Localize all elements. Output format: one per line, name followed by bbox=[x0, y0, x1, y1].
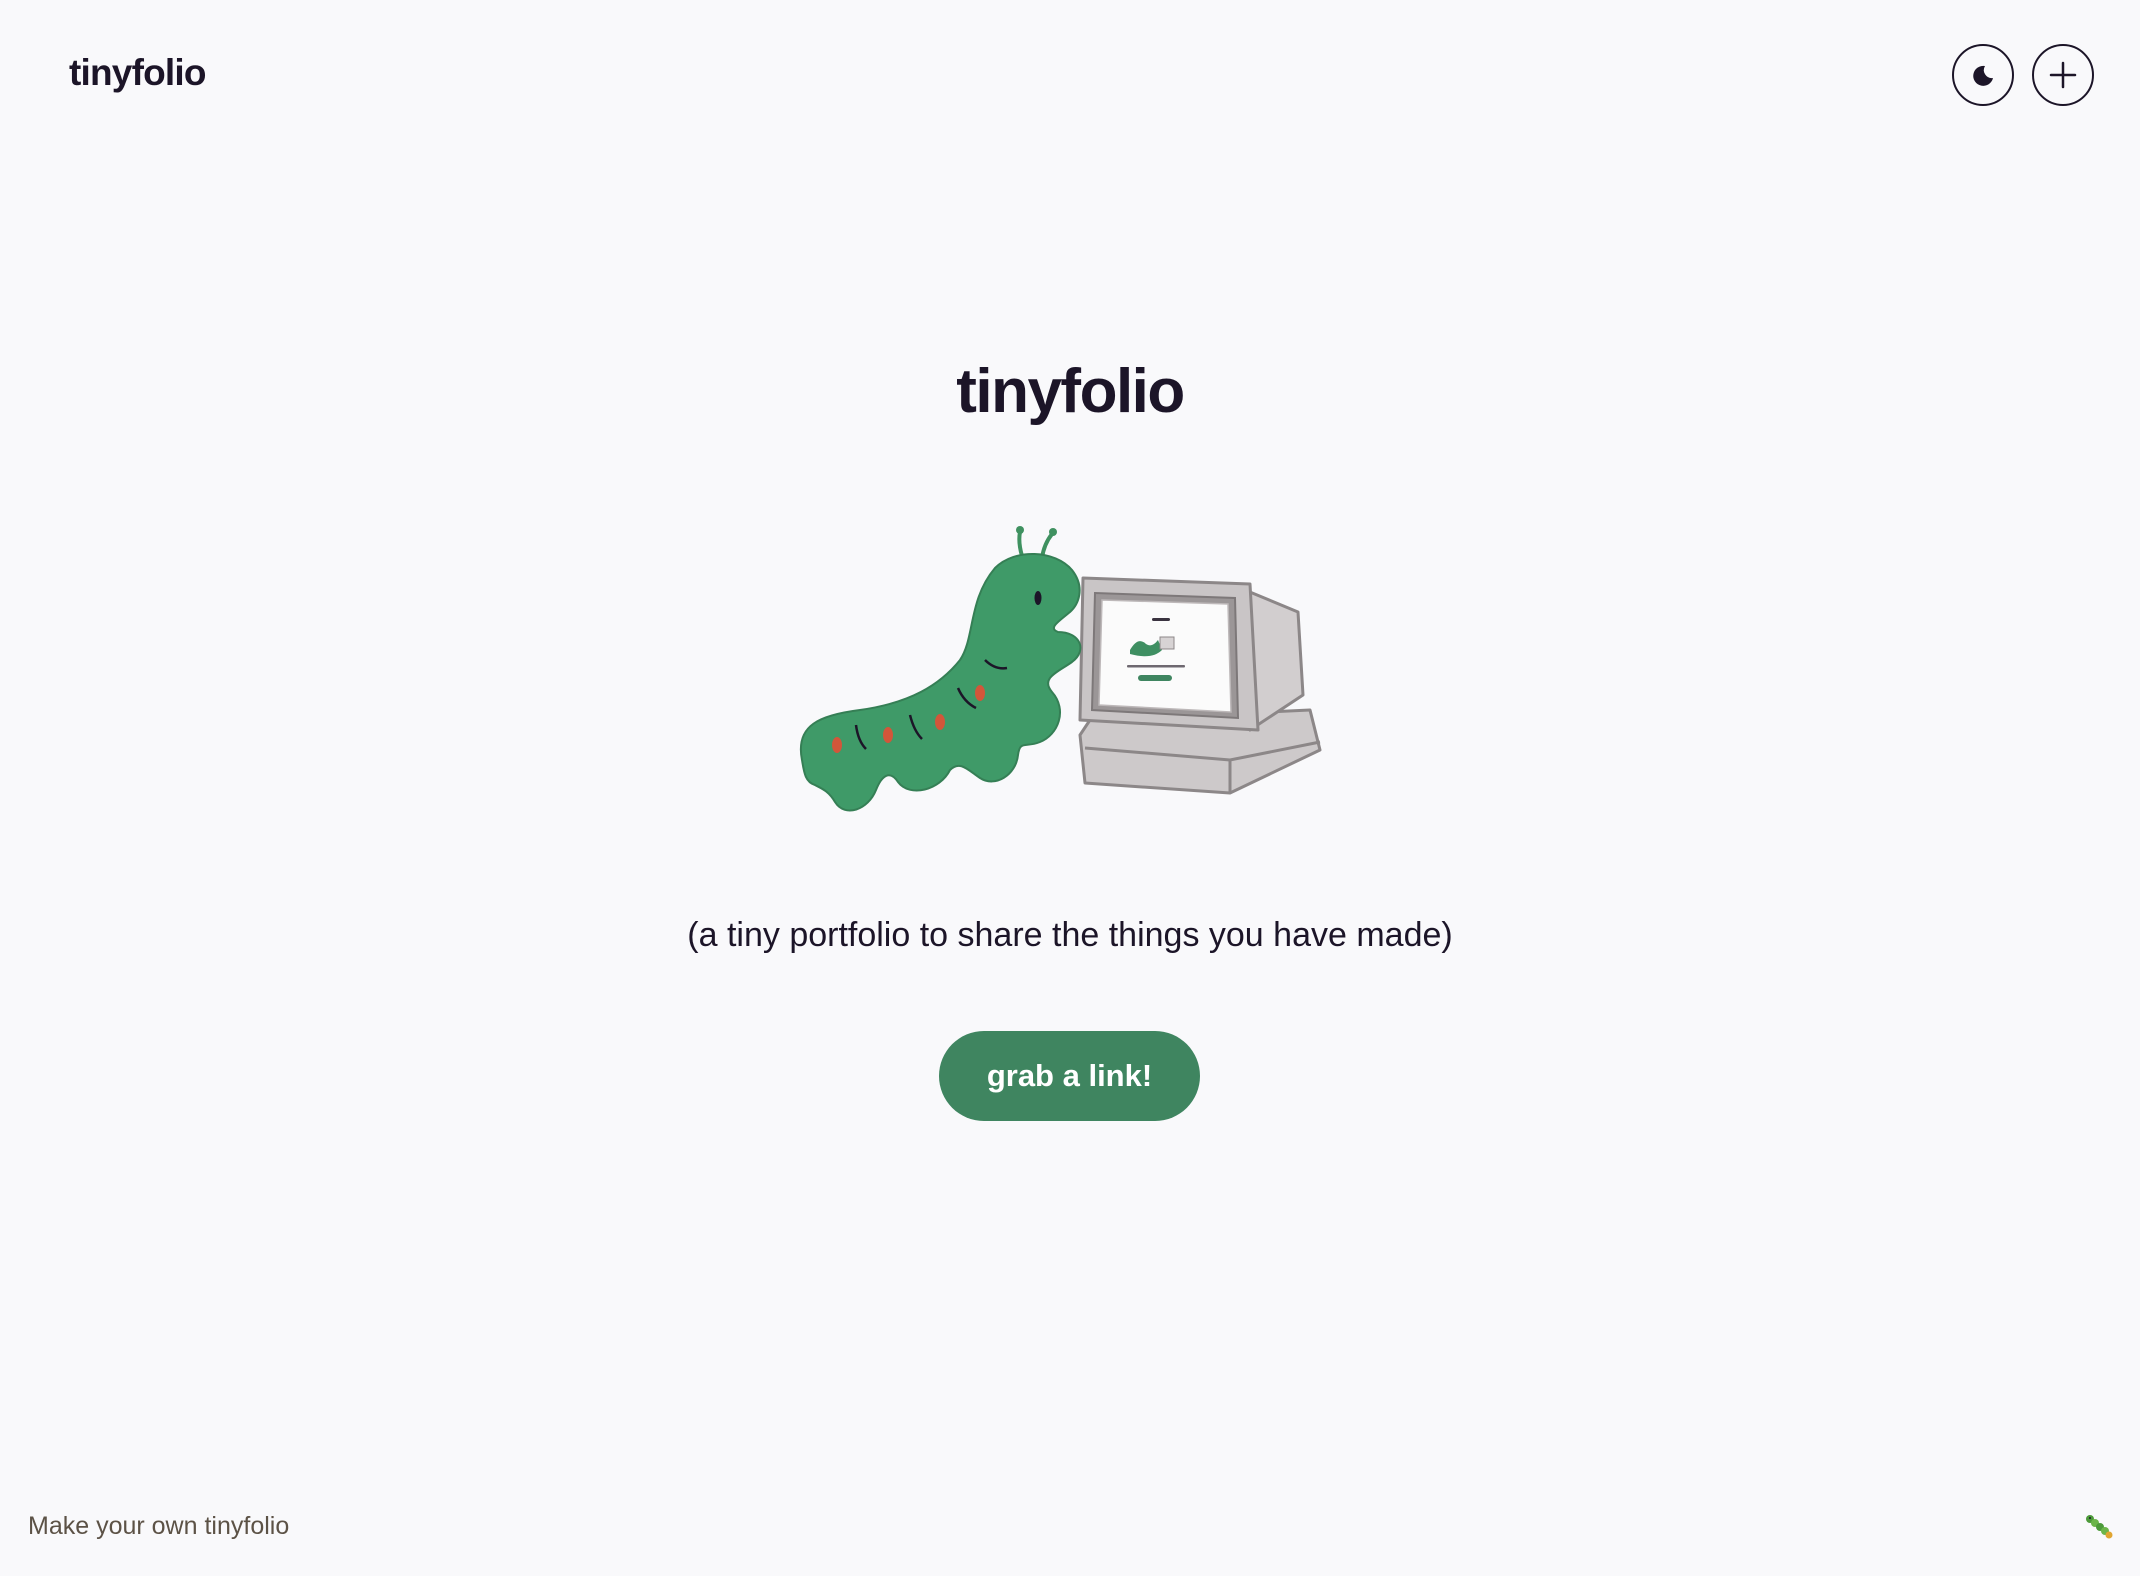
make-your-own-link[interactable]: Make your own tinyfolio bbox=[28, 1512, 289, 1541]
caterpillar-computer-illustration bbox=[799, 526, 1322, 812]
computer-illustration bbox=[1078, 576, 1322, 795]
tagline: (a tiny portfolio to share the things yo… bbox=[687, 916, 1453, 954]
moon-icon bbox=[1973, 65, 1993, 86]
add-button[interactable] bbox=[2032, 44, 2094, 106]
top-bar: tinyfolio bbox=[0, 0, 2140, 150]
caterpillar-icon bbox=[2086, 1515, 2113, 1539]
plus-icon bbox=[2049, 61, 2077, 89]
grab-a-link-button[interactable]: grab a link! bbox=[939, 1031, 1200, 1121]
page: tinyfolio tinyfolio (a tiny portfolio to… bbox=[0, 0, 2140, 1576]
brand-logo-link[interactable]: tinyfolio bbox=[69, 52, 206, 94]
theme-toggle-button[interactable] bbox=[1952, 44, 2014, 106]
page-title: tinyfolio bbox=[956, 357, 1185, 426]
caterpillar-illustration bbox=[799, 526, 1082, 812]
